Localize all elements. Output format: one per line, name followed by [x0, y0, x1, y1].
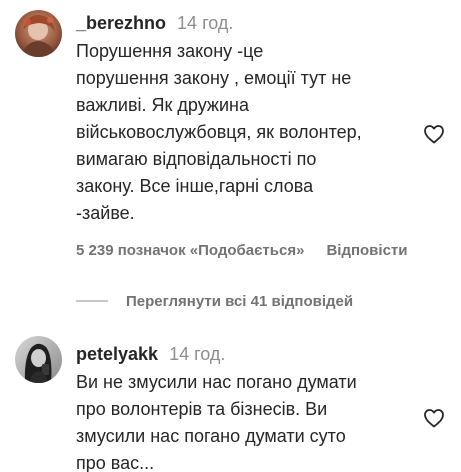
comment-header: petelyakk 14 год.	[76, 343, 225, 365]
divider-line	[76, 300, 108, 302]
avatar-photo-bw-selfie-icon	[15, 336, 62, 383]
likes-count[interactable]: 5 239 позначок «Подобається»	[76, 242, 304, 259]
heart-outline-icon	[424, 125, 444, 144]
view-replies-label: Переглянути всі 41 відповідей	[126, 292, 354, 310]
like-button[interactable]	[422, 406, 446, 430]
timestamp[interactable]: 14 год.	[177, 13, 233, 33]
username[interactable]: petelyakk	[76, 344, 158, 364]
avatar[interactable]	[15, 336, 62, 383]
avatar-photo-redhead-icon	[15, 10, 62, 57]
heart-outline-icon	[424, 409, 444, 428]
comment-meta: 5 239 позначок «Подобається» Відповісти	[76, 241, 407, 261]
comment-text: Порушення закону -це порушення закону , …	[76, 41, 362, 223]
comment-text: Ви не змусили нас погано думати про воло…	[76, 372, 357, 472]
comment-header: _berezhno 14 год.	[76, 12, 233, 34]
timestamp[interactable]: 14 год.	[169, 344, 225, 364]
reply-button[interactable]: Відповісти	[326, 242, 407, 259]
view-replies-button[interactable]: Переглянути всі 41 відповідей	[76, 290, 353, 312]
like-button[interactable]	[422, 122, 446, 146]
avatar[interactable]	[15, 10, 62, 57]
username[interactable]: _berezhno	[76, 13, 166, 33]
